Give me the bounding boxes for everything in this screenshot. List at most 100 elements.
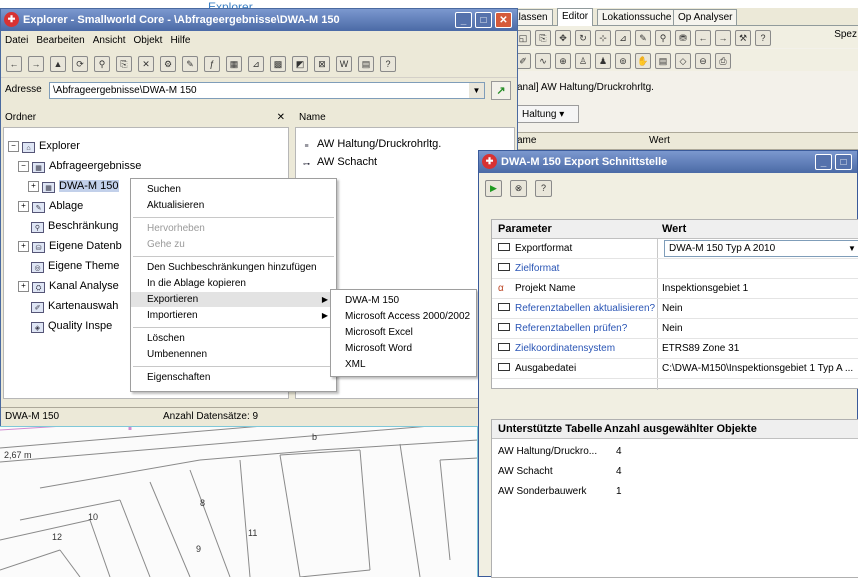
tree-item[interactable]: + ⛁ Eigene Datenb: [18, 238, 122, 254]
help-icon[interactable]: ?: [380, 56, 396, 72]
context-menu-item[interactable]: Den Suchbeschränkungen hinzufügen: [131, 260, 336, 275]
menu-datei[interactable]: Datei: [1, 31, 32, 50]
tree-item[interactable]: + ⛭ Kanal Analyse: [18, 278, 119, 294]
menu-objekt[interactable]: Objekt: [130, 31, 167, 50]
delete-icon[interactable]: ✕: [138, 56, 154, 72]
folder-up-icon[interactable]: ▲: [50, 56, 66, 72]
person-icon[interactable]: ♙: [575, 53, 591, 69]
address-input[interactable]: \Abfrageergebnisse\DWA-M 150 ▼: [49, 82, 485, 99]
context-menu-item[interactable]: Importieren ▶: [131, 308, 336, 323]
expand-icon[interactable]: +: [18, 241, 29, 252]
parameter-label[interactable]: Zielformat: [515, 263, 559, 274]
print-icon[interactable]: ⎙: [715, 53, 731, 69]
search-icon[interactable]: ⚲: [94, 56, 110, 72]
forward-arrow-icon[interactable]: →: [715, 30, 731, 46]
forward-icon[interactable]: →: [28, 56, 44, 72]
editor-type-dropdown[interactable]: Haltung ▾: [517, 105, 579, 123]
context-menu-item[interactable]: Löschen: [131, 331, 336, 346]
list-item[interactable]: ≡ AW Haltung/Druckrohrltg.: [300, 136, 441, 152]
tree-item[interactable]: + ▦ DWA-M 150: [28, 178, 119, 194]
tab-lokationssuche[interactable]: Lokationssuche: [597, 9, 677, 25]
tree-item[interactable]: ◈ Quality Inspe: [18, 318, 112, 334]
curve-icon[interactable]: ∿: [535, 53, 551, 69]
expand-icon[interactable]: +: [18, 201, 29, 212]
tree-item[interactable]: − ⌂ Explorer: [8, 138, 80, 154]
run-icon[interactable]: ▶: [485, 180, 502, 197]
copy-icon[interactable]: ⎘: [116, 56, 132, 72]
parameter-row[interactable]: Referenztabellen prüfen? Nein: [492, 319, 858, 339]
editor-window[interactable]: Klassen Editor Lokationssuche Op Analyser ◱…: [507, 8, 858, 150]
minimize-icon[interactable]: _: [455, 12, 472, 28]
zoom-icon[interactable]: ⊚: [615, 53, 631, 69]
parameter-value-cell[interactable]: Nein: [662, 299, 858, 318]
collapse-icon[interactable]: −: [8, 141, 19, 152]
tree-item[interactable]: + ✎ Ablage: [18, 198, 83, 214]
tree-item[interactable]: ✐ Kartenauswah: [18, 298, 118, 314]
pan-icon[interactable]: ✋: [635, 53, 651, 69]
parameter-row[interactable]: Ausgabedatei C:\DWA-M150\Inspektionsgebie…: [492, 359, 858, 379]
snap-icon[interactable]: ⊹: [595, 30, 611, 46]
back-arrow-icon[interactable]: ←: [695, 30, 711, 46]
edit-icon[interactable]: ✎: [635, 30, 651, 46]
map-view[interactable]: 2,67 m b 10 8 12 9 11: [0, 388, 490, 578]
maximize-icon[interactable]: □: [835, 154, 852, 170]
parameter-label[interactable]: Zielkoordinatensystem: [515, 343, 615, 354]
close-icon[interactable]: ✕: [495, 12, 512, 28]
tab-editor[interactable]: Editor: [557, 8, 594, 26]
parameter-value-cell[interactable]: ETRS89 Zone 31: [662, 339, 858, 358]
export-submenu-item[interactable]: XML: [331, 357, 476, 372]
export-submenu-item[interactable]: Microsoft Excel: [331, 325, 476, 340]
tree-item[interactable]: ◎ Eigene Theme: [18, 258, 119, 274]
excel-icon[interactable]: ⊠: [314, 56, 330, 72]
chart-icon[interactable]: ▦: [226, 56, 242, 72]
parameter-label[interactable]: Referenztabellen prüfen?: [515, 323, 627, 334]
collapse-icon[interactable]: −: [18, 161, 29, 172]
close-pane-icon[interactable]: ✕: [277, 109, 285, 126]
copy-icon[interactable]: ⎘: [535, 30, 551, 46]
insert-icon[interactable]: ⊕: [555, 53, 571, 69]
access-icon[interactable]: ◩: [292, 56, 308, 72]
export-dialog[interactable]: ✚ DWA-M 150 Export Schnittstelle _ □ ▶ ⊗?…: [478, 150, 858, 578]
list-item[interactable]: ⊶ AW Schacht: [300, 154, 377, 170]
export-submenu-item[interactable]: Microsoft Access 2000/2002: [331, 309, 476, 324]
binoculars-icon[interactable]: ⚲: [655, 30, 671, 46]
tree-item[interactable]: − ▦ Abfrageergebnisse: [18, 158, 141, 174]
parameter-label[interactable]: Referenztabellen aktualisieren?: [515, 303, 655, 314]
export-submenu-item[interactable]: DWA-M 150: [331, 293, 476, 308]
filter-icon[interactable]: ⛃: [675, 30, 691, 46]
chevron-down-icon[interactable]: ▼: [845, 241, 858, 256]
supported-table-row[interactable]: AW Haltung/Druckro... 4: [498, 442, 622, 461]
context-menu-item[interactable]: Umbenennen: [131, 347, 336, 362]
parameter-row[interactable]: Zielkoordinatensystem ETRS89 Zone 31: [492, 339, 858, 359]
cancel-icon[interactable]: ⊗: [510, 180, 527, 197]
tab-op-analyser[interactable]: Op Analyser: [673, 9, 738, 25]
map-canvas[interactable]: 2,67 m b 10 8 12 9 11: [0, 388, 490, 578]
word-icon[interactable]: W: [336, 56, 352, 72]
expand-icon[interactable]: +: [28, 181, 39, 192]
grid-icon[interactable]: ▩: [270, 56, 286, 72]
context-menu-item[interactable]: Suchen: [131, 182, 336, 197]
help-icon[interactable]: ?: [535, 180, 552, 197]
rotate-icon[interactable]: ↻: [575, 30, 591, 46]
export-titlebar[interactable]: ✚ DWA-M 150 Export Schnittstelle _ □: [479, 151, 857, 173]
menu-hilfe[interactable]: Hilfe: [166, 31, 194, 50]
zoom-out-icon[interactable]: ⊖: [695, 53, 711, 69]
context-menu-item[interactable]: In die Ablage kopieren: [131, 276, 336, 291]
measure-icon[interactable]: ⊿: [615, 30, 631, 46]
tool-icon[interactable]: ⚒: [735, 30, 751, 46]
query-icon[interactable]: ƒ: [204, 56, 220, 72]
properties-icon[interactable]: ⚙: [160, 56, 176, 72]
parameter-row[interactable]: Exportformat DWA-M 150 Typ A 2010 ▼: [492, 239, 858, 259]
context-menu-item[interactable]: Eigenschaften: [131, 370, 336, 385]
export-submenu-item[interactable]: Microsoft Word: [331, 341, 476, 356]
parameter-value-cell[interactable]: Nein: [662, 319, 858, 338]
select-icon[interactable]: ◇: [675, 53, 691, 69]
table-icon[interactable]: ▤: [358, 56, 374, 72]
go-icon[interactable]: ↗: [491, 81, 511, 100]
help-icon[interactable]: ?: [755, 30, 771, 46]
tree-item[interactable]: ⚲ Beschränkung: [18, 218, 118, 234]
move-icon[interactable]: ✥: [555, 30, 571, 46]
context-menu-item[interactable]: Exportieren ▶: [131, 292, 336, 307]
refresh-icon[interactable]: ⟳: [72, 56, 88, 72]
parameter-value-cell[interactable]: Inspektionsgebiet 1: [662, 279, 858, 298]
